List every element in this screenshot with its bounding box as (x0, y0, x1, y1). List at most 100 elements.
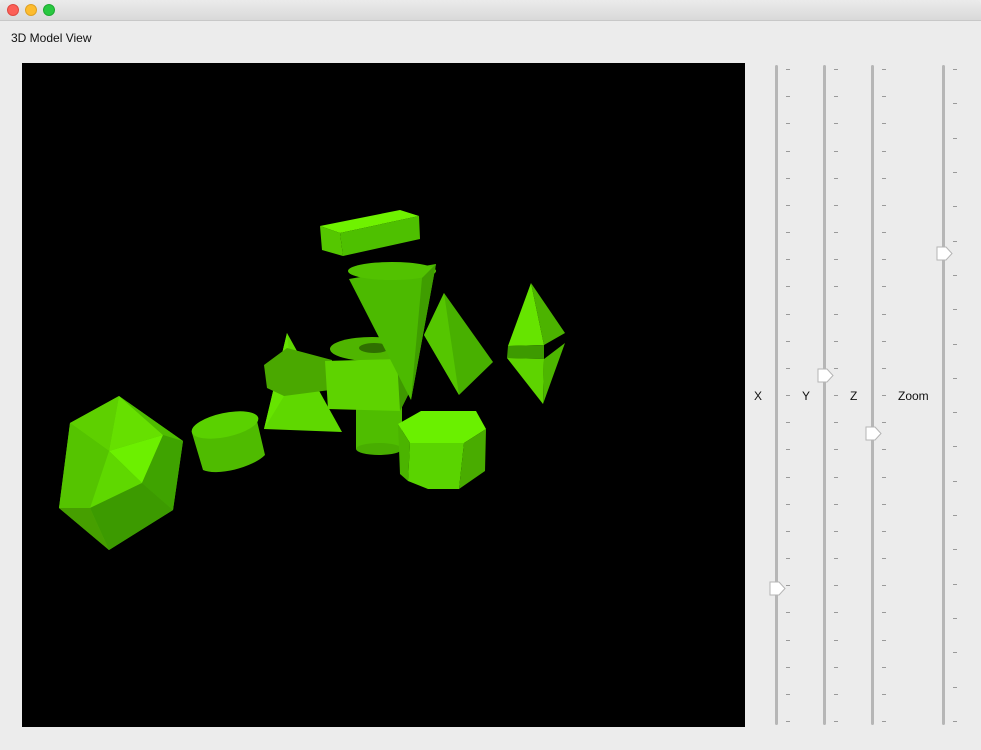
close-window-button[interactable] (7, 4, 19, 16)
slider-tick (953, 721, 957, 722)
slider-tick (953, 652, 957, 654)
slider-tick (882, 449, 886, 451)
slider-tick (882, 503, 886, 505)
slider-tick (786, 666, 790, 668)
slider-tick (834, 177, 838, 179)
slider-tick (786, 612, 790, 614)
slider-tick (834, 286, 838, 288)
slider-tick (882, 395, 886, 396)
slider-zoom-thumb[interactable] (936, 246, 953, 261)
slider-tick (953, 274, 957, 276)
slider-tick (834, 96, 838, 98)
slider-tick (953, 412, 957, 414)
slider-tick (882, 313, 886, 315)
octahedron-shape (507, 283, 565, 404)
slider-tick (882, 340, 886, 342)
slider-y-thumb[interactable] (817, 368, 834, 383)
slider-tick (882, 177, 886, 179)
slider-tick (953, 240, 957, 242)
slider-tick (834, 585, 838, 587)
cylinder-shape (191, 411, 265, 473)
slider-zoom-track[interactable] (942, 65, 945, 725)
slider-tick (882, 721, 886, 722)
slider-tick (834, 558, 838, 559)
slider-y-ticks (834, 63, 842, 727)
slider-tick (786, 367, 790, 369)
slider-tick (953, 343, 957, 345)
slider-tick (834, 530, 838, 532)
slider-tick (834, 476, 838, 478)
slider-y[interactable] (817, 63, 846, 727)
3d-viewport[interactable] (22, 63, 745, 727)
slider-tick (882, 476, 886, 478)
slider-tick (882, 96, 886, 98)
slider-tick (786, 69, 790, 70)
slider-tick (882, 204, 886, 206)
slider-tick (786, 585, 790, 587)
slider-tick (786, 693, 790, 695)
slider-zoom-label: Zoom (898, 389, 929, 403)
slider-tick (786, 96, 790, 98)
slider-y-track[interactable] (823, 65, 826, 725)
slider-tick (834, 503, 838, 505)
slider-tick (953, 137, 957, 139)
title-bar[interactable] (0, 0, 981, 21)
slider-tick (834, 340, 838, 342)
slider-tick (786, 150, 790, 152)
slider-tick (834, 313, 838, 315)
cube-shape (264, 348, 332, 396)
slider-tick (834, 693, 838, 695)
slider-tick (882, 259, 886, 261)
slider-tick (834, 612, 838, 614)
slider-tick (834, 367, 838, 369)
slider-tick (834, 259, 838, 261)
slider-z-track[interactable] (871, 65, 874, 725)
slider-tick (882, 585, 886, 587)
slider-tick (834, 123, 838, 125)
slider-x-thumb[interactable] (769, 581, 786, 596)
slider-tick (786, 204, 790, 206)
slider-tick (882, 639, 886, 641)
slider-tick (953, 686, 957, 688)
slider-tick (882, 422, 886, 424)
slider-tick (786, 286, 790, 288)
slider-tick (786, 476, 790, 478)
slider-tick (834, 232, 838, 233)
slider-tick (834, 666, 838, 668)
slider-x-track[interactable] (775, 65, 778, 725)
slider-tick (834, 422, 838, 424)
slider-z-thumb[interactable] (865, 426, 882, 441)
slider-tick (953, 618, 957, 620)
icosahedron-shape (59, 396, 183, 550)
slider-tick (953, 515, 957, 517)
slider-z-ticks (882, 63, 890, 727)
slider-z[interactable] (865, 63, 894, 727)
slider-tick (953, 377, 957, 379)
slider-x[interactable] (769, 63, 798, 727)
minimize-window-button[interactable] (25, 4, 37, 16)
slider-tick (953, 583, 957, 585)
app-title: 3D Model View (11, 31, 92, 45)
zoom-window-button[interactable] (43, 4, 55, 16)
slider-tick (882, 123, 886, 125)
slider-tick (882, 666, 886, 668)
slider-tick (882, 286, 886, 288)
slider-tick (953, 480, 957, 482)
slider-tick (786, 530, 790, 532)
slider-x-label: X (754, 389, 763, 403)
slider-tick (953, 69, 957, 70)
slider-tick (786, 177, 790, 179)
slider-tick (786, 639, 790, 641)
slider-zoom[interactable] (936, 63, 965, 727)
slider-tick (953, 206, 957, 208)
app-window: 3D Model View X Y Z Zoom (0, 0, 981, 750)
slider-tick (786, 232, 790, 233)
slider-tick (786, 313, 790, 315)
slider-tick (882, 612, 886, 614)
slider-tick (834, 150, 838, 152)
slider-tick (882, 69, 886, 70)
slider-tick (834, 395, 838, 396)
3d-scene (59, 210, 565, 550)
slider-tick (834, 69, 838, 70)
slider-x-ticks (786, 63, 794, 727)
